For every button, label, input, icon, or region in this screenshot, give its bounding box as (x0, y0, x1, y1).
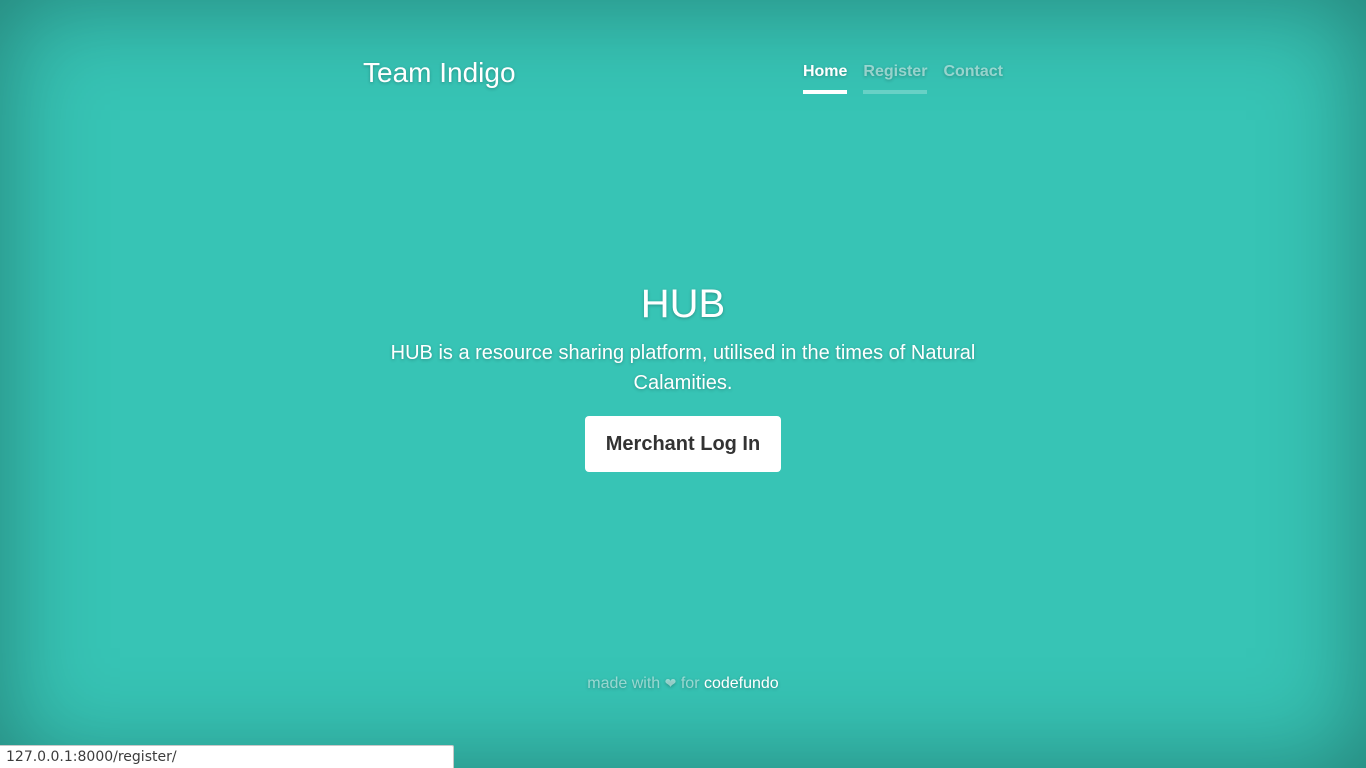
nav-register-link[interactable]: Register (863, 62, 928, 94)
codefundo-link[interactable]: codefundo (704, 675, 779, 692)
nav-contact-link[interactable]: Contact (943, 62, 1003, 94)
footer-made-with-text: made with (587, 675, 661, 692)
nav-home-link[interactable]: Home (802, 62, 848, 94)
cover: HUB HUB is a resource sharing platform, … (383, 280, 983, 472)
brand-title: Team Indigo (363, 57, 516, 88)
heart-icon: ❤ (664, 676, 677, 692)
browser-status-bar: 127.0.0.1:8000/register/ (0, 745, 454, 768)
footer-for-text: for (680, 675, 700, 692)
cover-heading: HUB (640, 282, 726, 326)
status-url-text: 127.0.0.1:8000/register/ (6, 749, 177, 765)
masthead: Team Indigo Home Register Contact (363, 50, 1003, 100)
main-nav: Home Register Contact (802, 62, 1003, 94)
cover-lead-text: HUB is a resource sharing platform, util… (390, 342, 976, 394)
merchant-login-button[interactable]: Merchant Log In (584, 416, 782, 472)
footer: made with ❤ for codefundo (383, 674, 983, 694)
